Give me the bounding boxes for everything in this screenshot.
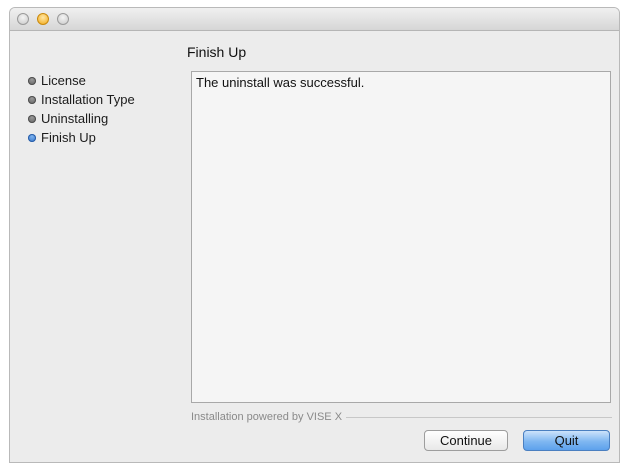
minimize-window-button[interactable] bbox=[37, 13, 49, 25]
step-label: License bbox=[41, 73, 86, 88]
step-bullet-icon bbox=[28, 76, 36, 85]
step-license: License bbox=[28, 71, 188, 90]
step-uninstalling: Uninstalling bbox=[28, 109, 188, 128]
step-bullet-icon bbox=[28, 114, 36, 123]
page-title: Finish Up bbox=[187, 44, 247, 60]
message-panel[interactable]: The uninstall was successful. bbox=[191, 71, 611, 403]
result-message: The uninstall was successful. bbox=[196, 75, 365, 90]
powered-by-footer: Installation powered by VISE X bbox=[191, 410, 612, 424]
step-bullet-icon bbox=[28, 95, 36, 104]
installer-window: Finish Up License Installation Type Unin… bbox=[10, 8, 619, 462]
zoom-window-button[interactable] bbox=[57, 13, 69, 25]
steps-sidebar: License Installation Type Uninstalling F… bbox=[28, 71, 188, 147]
close-window-button[interactable] bbox=[17, 13, 29, 25]
step-label: Finish Up bbox=[41, 130, 96, 145]
step-label: Installation Type bbox=[41, 92, 135, 107]
active-step-bullet-icon bbox=[28, 133, 36, 142]
powered-by-label: Installation powered by VISE X bbox=[191, 411, 343, 423]
step-installation-type: Installation Type bbox=[28, 90, 188, 109]
continue-button[interactable]: Continue bbox=[424, 430, 508, 451]
step-finish-up: Finish Up bbox=[28, 128, 188, 147]
footer-divider bbox=[346, 416, 612, 418]
step-label: Uninstalling bbox=[41, 111, 109, 126]
title-bar[interactable] bbox=[10, 8, 619, 31]
quit-button[interactable]: Quit bbox=[523, 430, 610, 451]
